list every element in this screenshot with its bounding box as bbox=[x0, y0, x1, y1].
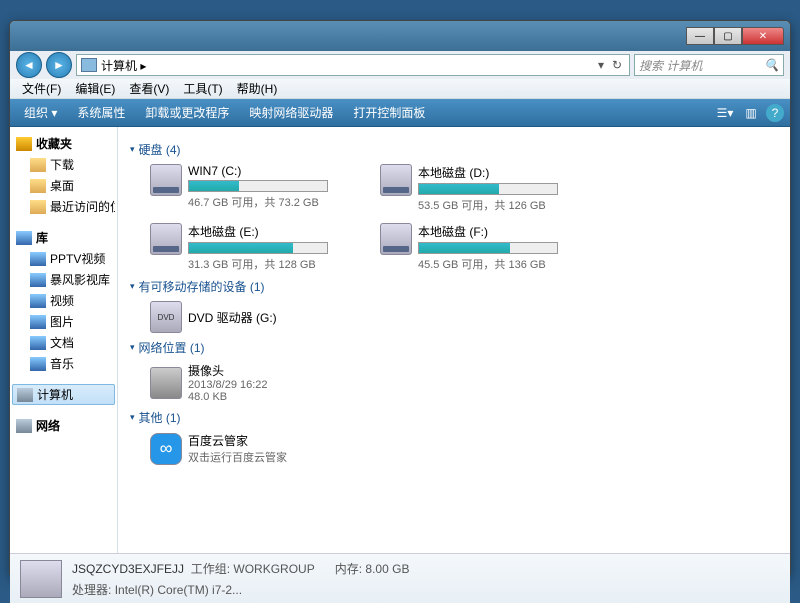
category-other[interactable]: ▾其他 (1) bbox=[130, 409, 778, 426]
organize-button[interactable]: 组织 ▾ bbox=[16, 101, 65, 124]
folder-icon bbox=[30, 315, 46, 329]
sidebar-item-computer[interactable]: 计算机 bbox=[12, 384, 115, 405]
forward-button[interactable]: ► bbox=[46, 52, 72, 78]
folder-icon bbox=[30, 158, 46, 172]
drive-icon bbox=[380, 164, 412, 196]
map-network-button[interactable]: 映射网络驱动器 bbox=[241, 101, 341, 124]
drive-e[interactable]: 本地磁盘 (E:)31.3 GB 可用，共 128 GB bbox=[150, 223, 350, 272]
folder-icon bbox=[30, 200, 46, 214]
content-pane: ▾硬盘 (4) WIN7 (C:)46.7 GB 可用，共 73.2 GB 本地… bbox=[118, 127, 790, 553]
sidebar-item-desktop[interactable]: 桌面 bbox=[12, 175, 115, 196]
toolbar: 组织 ▾ 系统属性 卸载或更改程序 映射网络驱动器 打开控制面板 ☰▾ ▥ ? bbox=[10, 99, 790, 127]
body: 收藏夹 下载 桌面 最近访问的位置 库 PPTV视频 暴风影视库 视频 图片 文… bbox=[10, 127, 790, 553]
chevron-down-icon: ▾ bbox=[130, 342, 135, 353]
drives-list: WIN7 (C:)46.7 GB 可用，共 73.2 GB 本地磁盘 (D:)5… bbox=[150, 164, 778, 272]
drive-d[interactable]: 本地磁盘 (D:)53.5 GB 可用，共 126 GB bbox=[380, 164, 580, 213]
camera-icon bbox=[150, 367, 182, 399]
status-bar: JSQZCYD3EXJFEJJ 工作组: WORKGROUP 内存: 8.00 … bbox=[10, 553, 790, 603]
address-path: 计算机 ▸ bbox=[101, 57, 146, 74]
computer-icon bbox=[81, 58, 97, 72]
chevron-down-icon: ▾ bbox=[130, 144, 135, 155]
folder-icon bbox=[30, 273, 46, 287]
baidu-item[interactable]: ∞百度云管家双击运行百度云管家 bbox=[150, 432, 778, 465]
drive-icon bbox=[150, 223, 182, 255]
computer-icon bbox=[20, 560, 62, 598]
menu-bar: 文件(F) 编辑(E) 查看(V) 工具(T) 帮助(H) bbox=[10, 79, 790, 99]
drive-f[interactable]: 本地磁盘 (F:)45.5 GB 可用，共 136 GB bbox=[380, 223, 580, 272]
menu-help[interactable]: 帮助(H) bbox=[231, 78, 284, 99]
drive-c[interactable]: WIN7 (C:)46.7 GB 可用，共 73.2 GB bbox=[150, 164, 350, 213]
sidebar-item-documents[interactable]: 文档 bbox=[12, 332, 115, 353]
sidebar-item-videos[interactable]: 视频 bbox=[12, 290, 115, 311]
search-placeholder: 搜索 计算机 bbox=[639, 57, 702, 74]
sidebar-item-pptv[interactable]: PPTV视频 bbox=[12, 248, 115, 269]
sidebar-libraries[interactable]: 库 bbox=[12, 227, 115, 248]
drive-icon bbox=[380, 223, 412, 255]
address-box[interactable]: 计算机 ▸ ▾ ↻ bbox=[76, 54, 630, 76]
category-netloc[interactable]: ▾网络位置 (1) bbox=[130, 339, 778, 356]
close-button[interactable]: ✕ bbox=[742, 27, 784, 45]
control-panel-button[interactable]: 打开控制面板 bbox=[345, 101, 433, 124]
usage-bar bbox=[418, 242, 558, 254]
chevron-down-icon: ▾ bbox=[130, 281, 135, 292]
star-icon bbox=[16, 137, 32, 151]
window-controls: — ▢ ✕ bbox=[686, 27, 784, 45]
chevron-down-icon: ▾ bbox=[130, 412, 135, 423]
usage-bar bbox=[188, 242, 328, 254]
status-info: JSQZCYD3EXJFEJJ 工作组: WORKGROUP 内存: 8.00 … bbox=[72, 560, 600, 598]
dvd-drive[interactable]: DVDDVD 驱动器 (G:) bbox=[150, 301, 778, 333]
address-dropdown-icon[interactable]: ▾ bbox=[593, 58, 609, 72]
preview-pane-icon[interactable]: ▥ bbox=[740, 103, 762, 123]
library-icon bbox=[16, 231, 32, 245]
usage-bar bbox=[188, 180, 328, 192]
network-icon bbox=[16, 419, 32, 433]
minimize-button[interactable]: — bbox=[686, 27, 714, 45]
help-icon[interactable]: ? bbox=[766, 104, 784, 122]
view-mode-icon[interactable]: ☰▾ bbox=[714, 103, 736, 123]
address-bar: ◄ ► 计算机 ▸ ▾ ↻ 搜索 计算机 🔍 bbox=[10, 51, 790, 79]
usage-bar bbox=[418, 183, 558, 195]
folder-icon bbox=[30, 294, 46, 308]
menu-edit[interactable]: 编辑(E) bbox=[69, 78, 121, 99]
maximize-button[interactable]: ▢ bbox=[714, 27, 742, 45]
folder-icon bbox=[30, 357, 46, 371]
folder-icon bbox=[30, 179, 46, 193]
back-button[interactable]: ◄ bbox=[16, 52, 42, 78]
sidebar-item-pictures[interactable]: 图片 bbox=[12, 311, 115, 332]
sidebar-favorites[interactable]: 收藏夹 bbox=[12, 133, 115, 154]
sidebar-item-downloads[interactable]: 下载 bbox=[12, 154, 115, 175]
category-drives[interactable]: ▾硬盘 (4) bbox=[130, 141, 778, 158]
sidebar: 收藏夹 下载 桌面 最近访问的位置 库 PPTV视频 暴风影视库 视频 图片 文… bbox=[10, 127, 118, 553]
category-removable[interactable]: ▾有可移动存储的设备 (1) bbox=[130, 278, 778, 295]
search-icon: 🔍 bbox=[764, 58, 779, 72]
sidebar-item-baofeng[interactable]: 暴风影视库 bbox=[12, 269, 115, 290]
computer-icon bbox=[17, 388, 33, 402]
menu-file[interactable]: 文件(F) bbox=[16, 78, 67, 99]
explorer-window: — ▢ ✕ ◄ ► 计算机 ▸ ▾ ↻ 搜索 计算机 🔍 文件(F) 编辑(E)… bbox=[9, 20, 791, 575]
baidu-icon: ∞ bbox=[150, 433, 182, 465]
title-bar[interactable]: — ▢ ✕ bbox=[10, 21, 790, 51]
menu-view[interactable]: 查看(V) bbox=[123, 78, 175, 99]
sidebar-item-network[interactable]: 网络 bbox=[12, 415, 115, 436]
camera-item[interactable]: 摄像头2013/8/29 16:2248.0 KB bbox=[150, 362, 778, 403]
drive-icon bbox=[150, 164, 182, 196]
search-box[interactable]: 搜索 计算机 🔍 bbox=[634, 54, 784, 76]
sidebar-item-music[interactable]: 音乐 bbox=[12, 353, 115, 374]
sidebar-item-recent[interactable]: 最近访问的位置 bbox=[12, 196, 115, 217]
folder-icon bbox=[30, 336, 46, 350]
refresh-icon[interactable]: ↻ bbox=[609, 58, 625, 72]
menu-tools[interactable]: 工具(T) bbox=[177, 78, 228, 99]
dvd-icon: DVD bbox=[150, 301, 182, 333]
system-properties-button[interactable]: 系统属性 bbox=[69, 101, 133, 124]
folder-icon bbox=[30, 252, 46, 266]
uninstall-button[interactable]: 卸载或更改程序 bbox=[137, 101, 237, 124]
